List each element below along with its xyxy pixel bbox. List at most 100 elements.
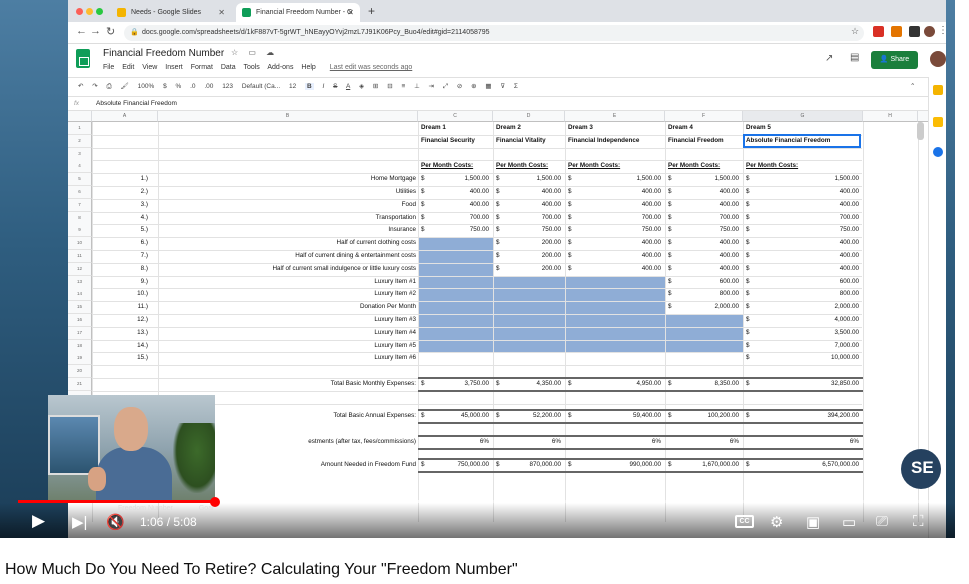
row-header[interactable]: 14	[68, 288, 92, 302]
menu-tools[interactable]: Tools	[243, 64, 259, 71]
theater-mode-icon[interactable]: ▭	[842, 513, 856, 531]
currency-format-button[interactable]: $	[163, 83, 167, 90]
sheet-tab-freedom-number[interactable]: Freedom Number	[118, 505, 173, 512]
minimize-window-dot[interactable]	[86, 8, 93, 15]
column-header-b[interactable]: B	[158, 111, 418, 122]
close-tab-icon[interactable]: ✕	[218, 3, 225, 22]
row-header[interactable]: 10	[68, 237, 92, 251]
row-header[interactable]: 11	[68, 250, 92, 263]
functions-icon[interactable]: Σ	[514, 83, 518, 90]
new-tab-icon[interactable]: +	[368, 4, 375, 18]
insert-chart-icon[interactable]: ▦	[485, 83, 491, 90]
captions-icon[interactable]: CC	[735, 515, 754, 528]
more-menu-icon[interactable]: ⋮	[938, 25, 946, 36]
miniplayer-icon[interactable]: ▣	[806, 513, 820, 531]
row-header[interactable]: 2	[68, 134, 92, 148]
menu-addons[interactable]: Add-ons	[267, 64, 293, 71]
borders-icon[interactable]: ⊞	[373, 83, 378, 90]
close-tab-icon[interactable]: ✕	[347, 3, 354, 22]
filter-icon[interactable]: ⊽	[500, 83, 505, 90]
vertical-align-icon[interactable]: ⊥	[414, 83, 420, 90]
merge-cells-icon[interactable]: ⊟	[387, 83, 392, 90]
column-header-e[interactable]: E	[565, 111, 665, 122]
undo-icon[interactable]: ↶	[78, 83, 83, 90]
next-icon[interactable]: ▶|	[72, 513, 87, 531]
text-wrap-icon[interactable]: ⇥	[429, 83, 434, 90]
star-icon[interactable]: ☆	[851, 26, 859, 37]
collapse-toolbar-icon[interactable]: ⌃	[910, 78, 915, 96]
bold-button[interactable]: B	[305, 83, 314, 90]
back-icon[interactable]: ←	[76, 25, 87, 37]
user-avatar[interactable]	[930, 51, 946, 67]
last-edit-link[interactable]: Last edit was seconds ago	[330, 64, 413, 71]
browser-tab-sheets[interactable]: Financial Freedom Number - G ✕	[236, 3, 360, 22]
row-header[interactable]: 15	[68, 301, 92, 315]
font-select[interactable]: Default (Ca...	[242, 83, 280, 90]
column-header-f[interactable]: F	[665, 111, 743, 122]
menu-file[interactable]: File	[103, 64, 114, 71]
row-header[interactable]: 3	[68, 147, 92, 161]
keep-notes-icon[interactable]	[933, 117, 943, 127]
column-header-d[interactable]: D	[493, 111, 565, 122]
menu-insert[interactable]: Insert	[165, 64, 183, 71]
share-button[interactable]: 👤 Share	[871, 51, 918, 69]
row-header[interactable]: 5	[68, 173, 92, 187]
profile-avatar[interactable]	[924, 26, 935, 37]
decrease-decimal-button[interactable]: .0	[190, 83, 195, 90]
selected-cell[interactable]	[743, 133, 861, 148]
row-header[interactable]: 12	[68, 262, 92, 276]
close-window-dot[interactable]	[76, 8, 83, 15]
formula-input[interactable]: Absolute Financial Freedom	[96, 97, 177, 110]
extension-icon[interactable]	[873, 26, 884, 37]
row-header[interactable]: 13	[68, 275, 92, 289]
menu-data[interactable]: Data	[221, 64, 236, 71]
mute-icon[interactable]: 🔇	[106, 513, 125, 531]
insert-comment-icon[interactable]: ⊕	[471, 83, 476, 90]
select-all-corner[interactable]	[68, 111, 92, 122]
row-header[interactable]: 17	[68, 326, 92, 340]
text-rotate-icon[interactable]: ⤢	[443, 83, 448, 90]
column-header-i[interactable]: I	[918, 111, 928, 122]
document-title[interactable]: Financial Freedom Number	[103, 48, 224, 59]
vertical-scrollbar[interactable]	[917, 122, 924, 140]
menu-edit[interactable]: Edit	[122, 64, 134, 71]
tasks-icon[interactable]	[933, 147, 943, 157]
zoom-select[interactable]: 100%	[138, 83, 155, 90]
insert-link-icon[interactable]: ⊘	[457, 83, 462, 90]
font-size-select[interactable]: 12	[289, 83, 296, 90]
browser-tab-slides[interactable]: Needs - Google Slides ✕	[111, 3, 231, 22]
extension-icon-2[interactable]	[891, 26, 902, 37]
row-header[interactable]: 16	[68, 314, 92, 327]
column-header-a[interactable]: A	[92, 111, 158, 122]
row-header[interactable]: 8	[68, 211, 92, 225]
play-icon[interactable]: ▶	[32, 511, 45, 531]
paint-format-icon[interactable]: 🖌	[121, 83, 129, 90]
text-color-button[interactable]: A	[346, 83, 350, 90]
menu-help[interactable]: Help	[301, 64, 315, 71]
video-player[interactable]: Needs - Google Slides ✕ Financial Freedo…	[0, 0, 955, 538]
activity-icon[interactable]: ↗	[825, 53, 833, 64]
horizontal-align-icon[interactable]: ≡	[401, 83, 405, 90]
increase-decimal-button[interactable]: .00	[204, 83, 213, 90]
row-header[interactable]: 20	[68, 365, 92, 379]
comments-icon[interactable]: ▤	[850, 52, 859, 63]
more-formats-select[interactable]: 123	[222, 83, 233, 90]
menu-format[interactable]: Format	[191, 64, 213, 71]
extension-icon-3[interactable]	[909, 26, 920, 37]
maximize-window-dot[interactable]	[96, 8, 103, 15]
settings-gear-icon[interactable]: ⚙	[770, 513, 783, 531]
column-header-c[interactable]: C	[418, 111, 493, 122]
row-header[interactable]: 7	[68, 198, 92, 212]
reload-icon[interactable]: ↻	[106, 25, 115, 38]
keep-icon[interactable]	[933, 85, 943, 95]
column-header-g[interactable]: G	[743, 111, 863, 122]
row-header[interactable]: 19	[68, 352, 92, 366]
strikethrough-button[interactable]: S	[333, 83, 337, 90]
fullscreen-icon[interactable]: ⛶	[913, 513, 924, 530]
cast-icon[interactable]: ⎚	[876, 513, 888, 530]
row-header[interactable]: 6	[68, 186, 92, 199]
channel-watermark[interactable]: SE	[901, 449, 941, 489]
forward-icon[interactable]: →	[90, 25, 101, 37]
scrubber-handle[interactable]	[209, 497, 220, 507]
row-header[interactable]: 21	[68, 378, 92, 391]
